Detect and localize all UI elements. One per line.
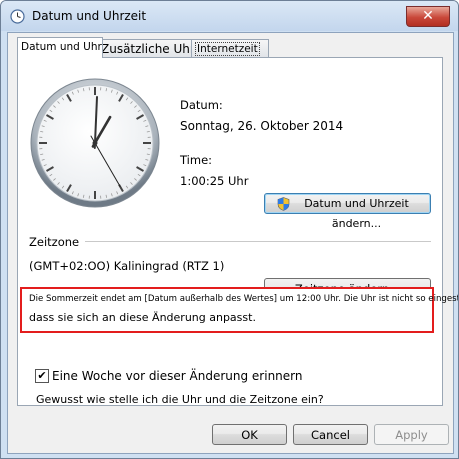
title-bar[interactable]: Datum und Uhrzeit ✕ [1, 1, 458, 31]
date-time-dialog: Datum und Uhrzeit ✕ Datum und Uhrzeit Zu… [0, 0, 459, 459]
tab-label: Datum und Uhrzeit [21, 41, 102, 53]
uac-shield-icon [277, 197, 290, 211]
reminder-checkbox-label[interactable]: Eine Woche vor dieser Änderung erinnern [52, 369, 303, 383]
tab-label: Zusätzliche Uhren [101, 42, 196, 56]
timezone-divider [85, 241, 431, 242]
window-title: Datum und Uhrzeit [32, 9, 147, 23]
tab-additional-clocks[interactable]: Zusätzliche Uhren [97, 39, 197, 58]
clock-app-icon [10, 9, 25, 24]
help-link[interactable]: Gewusst wie stelle ich die Uhr und die Z… [36, 393, 324, 406]
analog-clock [30, 78, 160, 208]
tab-label: Internetzeit [195, 42, 260, 56]
dst-notice-line2: dass sie sich an diese Änderung anpasst. [29, 311, 256, 324]
dialog-body: Datum und Uhrzeit Zusätzliche Uhren Inte… [7, 32, 454, 454]
close-button[interactable]: ✕ [406, 6, 450, 27]
reminder-checkbox[interactable]: ✔ [35, 369, 49, 383]
apply-button[interactable]: Apply [374, 424, 449, 445]
dst-notice-line1: Die Sommerzeit endet am [Datum außerhalb… [29, 294, 459, 304]
ok-button[interactable]: OK [212, 424, 287, 445]
time-label: Time: [180, 153, 213, 167]
timezone-section-label: Zeitzone [29, 235, 80, 249]
tab-internet-time[interactable]: Internetzeit [191, 39, 269, 58]
dst-notice-highlight: Die Sommerzeit endet am [Datum außerhalb… [20, 287, 458, 333]
cancel-button[interactable]: Cancel [293, 424, 368, 445]
time-value: 1:00:25 Uhr [180, 174, 249, 188]
change-date-time-button[interactable]: Datum und Uhrzeit ändern... [264, 193, 431, 230]
timezone-value: (GMT+02:OO) Kaliningrad (RTZ 1) [29, 259, 225, 273]
date-value: Sonntag, 26. Oktober 2014 [180, 119, 344, 133]
date-label: Datum: [180, 98, 223, 112]
tab-date-time[interactable]: Datum und Uhrzeit [17, 37, 103, 58]
